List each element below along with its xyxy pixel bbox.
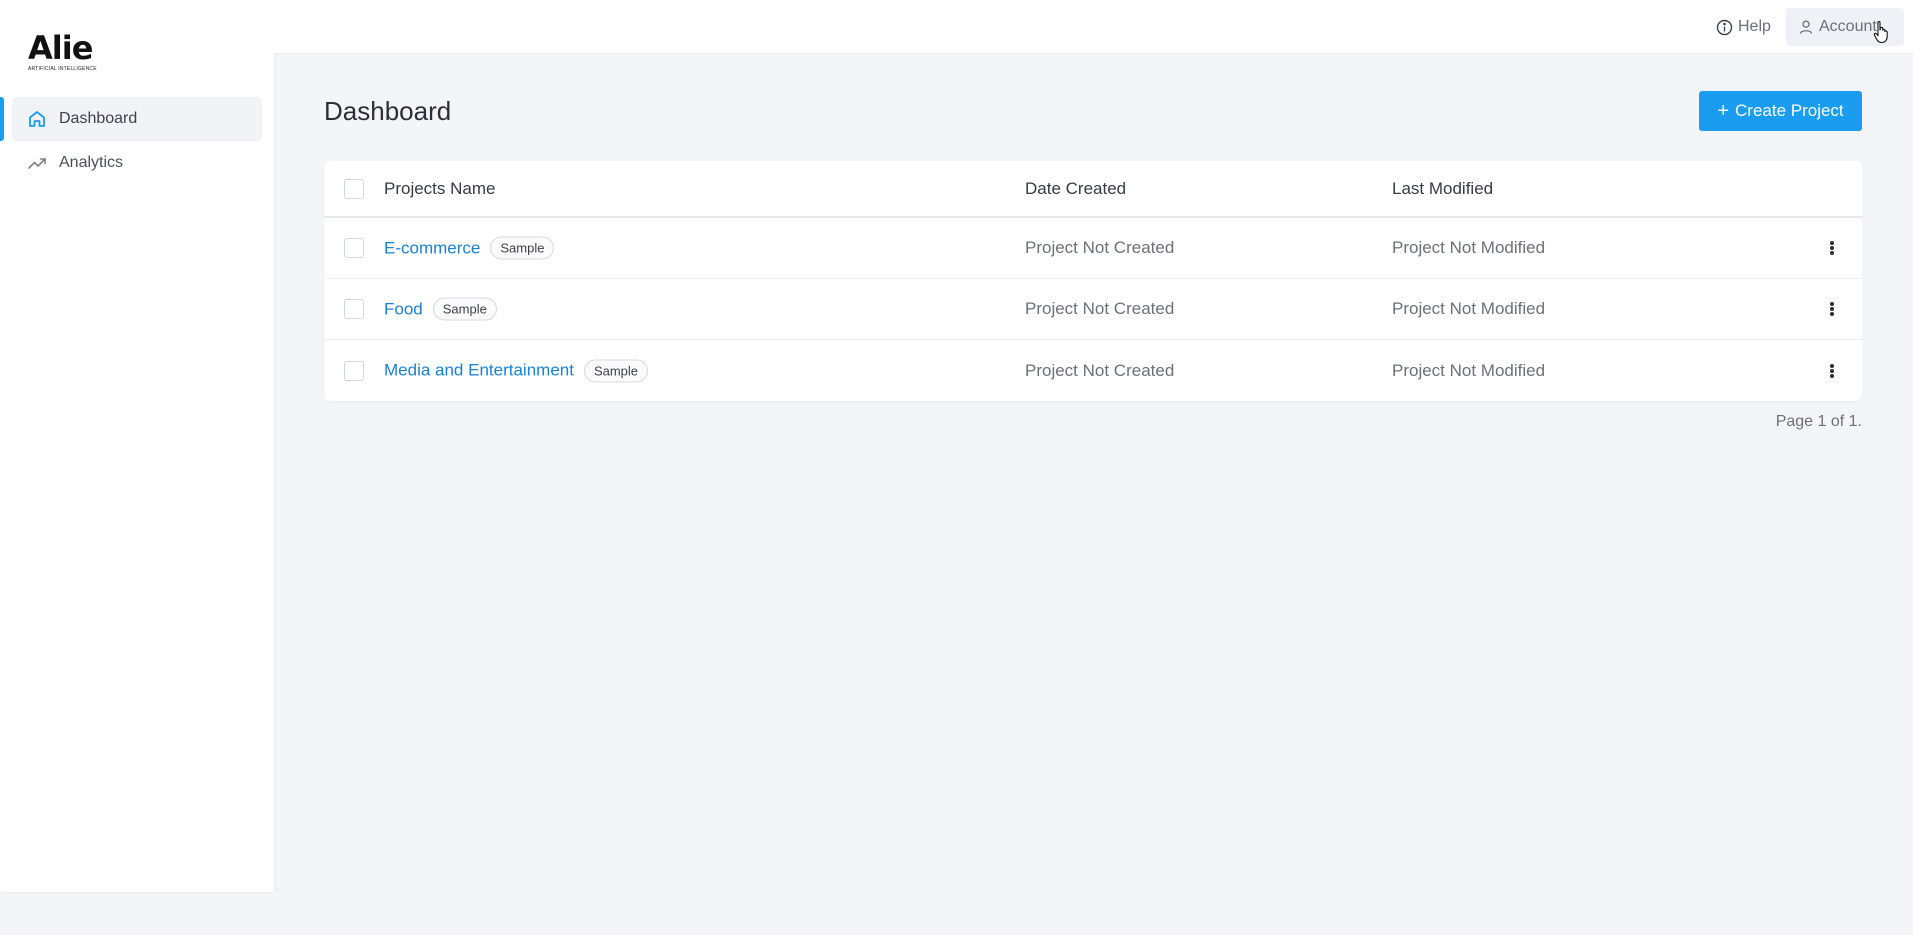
home-icon	[26, 108, 48, 130]
brand-name: Alie	[28, 29, 93, 67]
create-project-button[interactable]: + Create Project	[1699, 91, 1862, 131]
column-header-date-created[interactable]: Date Created	[1025, 179, 1126, 199]
project-link[interactable]: Food	[384, 299, 423, 319]
more-options-icon[interactable]	[1824, 362, 1840, 380]
date-created-cell: Project Not Created	[1025, 299, 1175, 318]
trending-up-icon	[26, 152, 48, 174]
column-header-last-modified[interactable]: Last Modified	[1392, 179, 1493, 199]
table-row: E-commerce Sample Project Not Created Pr…	[324, 218, 1862, 279]
row-checkbox[interactable]	[344, 299, 364, 319]
sample-badge: Sample	[490, 236, 555, 260]
last-modified-cell: Project Not Modified	[1392, 299, 1546, 318]
help-label: Help	[1738, 18, 1771, 35]
page-title: Dashboard	[324, 96, 452, 126]
more-options-icon[interactable]	[1824, 300, 1840, 318]
help-button[interactable]: Help	[1704, 8, 1783, 46]
project-name-cell: Food Sample	[384, 297, 497, 321]
account-label: Account	[1819, 18, 1877, 35]
more-options-icon[interactable]	[1824, 239, 1840, 257]
top-bar: Help Account	[274, 0, 1913, 54]
brand-tagline: ARTIFICIAL INTELLIGENCE	[28, 66, 97, 72]
table-header: Projects Name Date Created Last Modified	[324, 161, 1862, 218]
last-modified-cell: Project Not Modified	[1392, 360, 1546, 380]
info-icon	[1716, 19, 1733, 36]
user-icon	[1798, 19, 1814, 35]
sidebar-item-label: Dashboard	[59, 110, 138, 127]
projects-table: Projects Name Date Created Last Modified…	[324, 161, 1862, 401]
active-indicator	[0, 97, 4, 141]
date-created-cell: Project Not Created	[1025, 360, 1175, 380]
brand-logo[interactable]: Alie ARTIFICIAL INTELLIGENCE	[28, 30, 108, 72]
sample-badge: Sample	[432, 297, 497, 321]
project-link[interactable]: Media and Entertainment	[384, 361, 574, 381]
last-modified-cell: Project Not Modified	[1392, 238, 1546, 257]
sidebar-item-analytics[interactable]: Analytics	[12, 141, 262, 185]
project-name-cell: Media and Entertainment Sample	[384, 359, 649, 382]
project-name-cell: E-commerce Sample	[384, 236, 555, 260]
select-all-checkbox[interactable]	[344, 178, 364, 199]
create-project-label: Create Project	[1735, 101, 1844, 120]
plus-icon: +	[1717, 100, 1729, 122]
project-link[interactable]: E-commerce	[384, 238, 480, 258]
sidebar-item-dashboard[interactable]: Dashboard	[0, 97, 262, 141]
sidebar: Alie ARTIFICIAL INTELLIGENCE Dashboard A…	[0, 0, 274, 892]
row-checkbox[interactable]	[344, 360, 364, 381]
hand-cursor-icon	[1873, 20, 1891, 49]
sidebar-item-label: Analytics	[59, 154, 124, 171]
table-row: Media and Entertainment Sample Project N…	[324, 340, 1862, 401]
sample-badge: Sample	[583, 359, 649, 382]
table-row: Food Sample Project Not Created Project …	[324, 279, 1862, 340]
pagination-text: Page 1 of 1.	[1775, 413, 1862, 430]
row-checkbox[interactable]	[344, 238, 364, 258]
sidebar-nav: Dashboard Analytics	[0, 97, 274, 185]
date-created-cell: Project Not Created	[1025, 238, 1175, 257]
column-header-name[interactable]: Projects Name	[384, 179, 495, 199]
